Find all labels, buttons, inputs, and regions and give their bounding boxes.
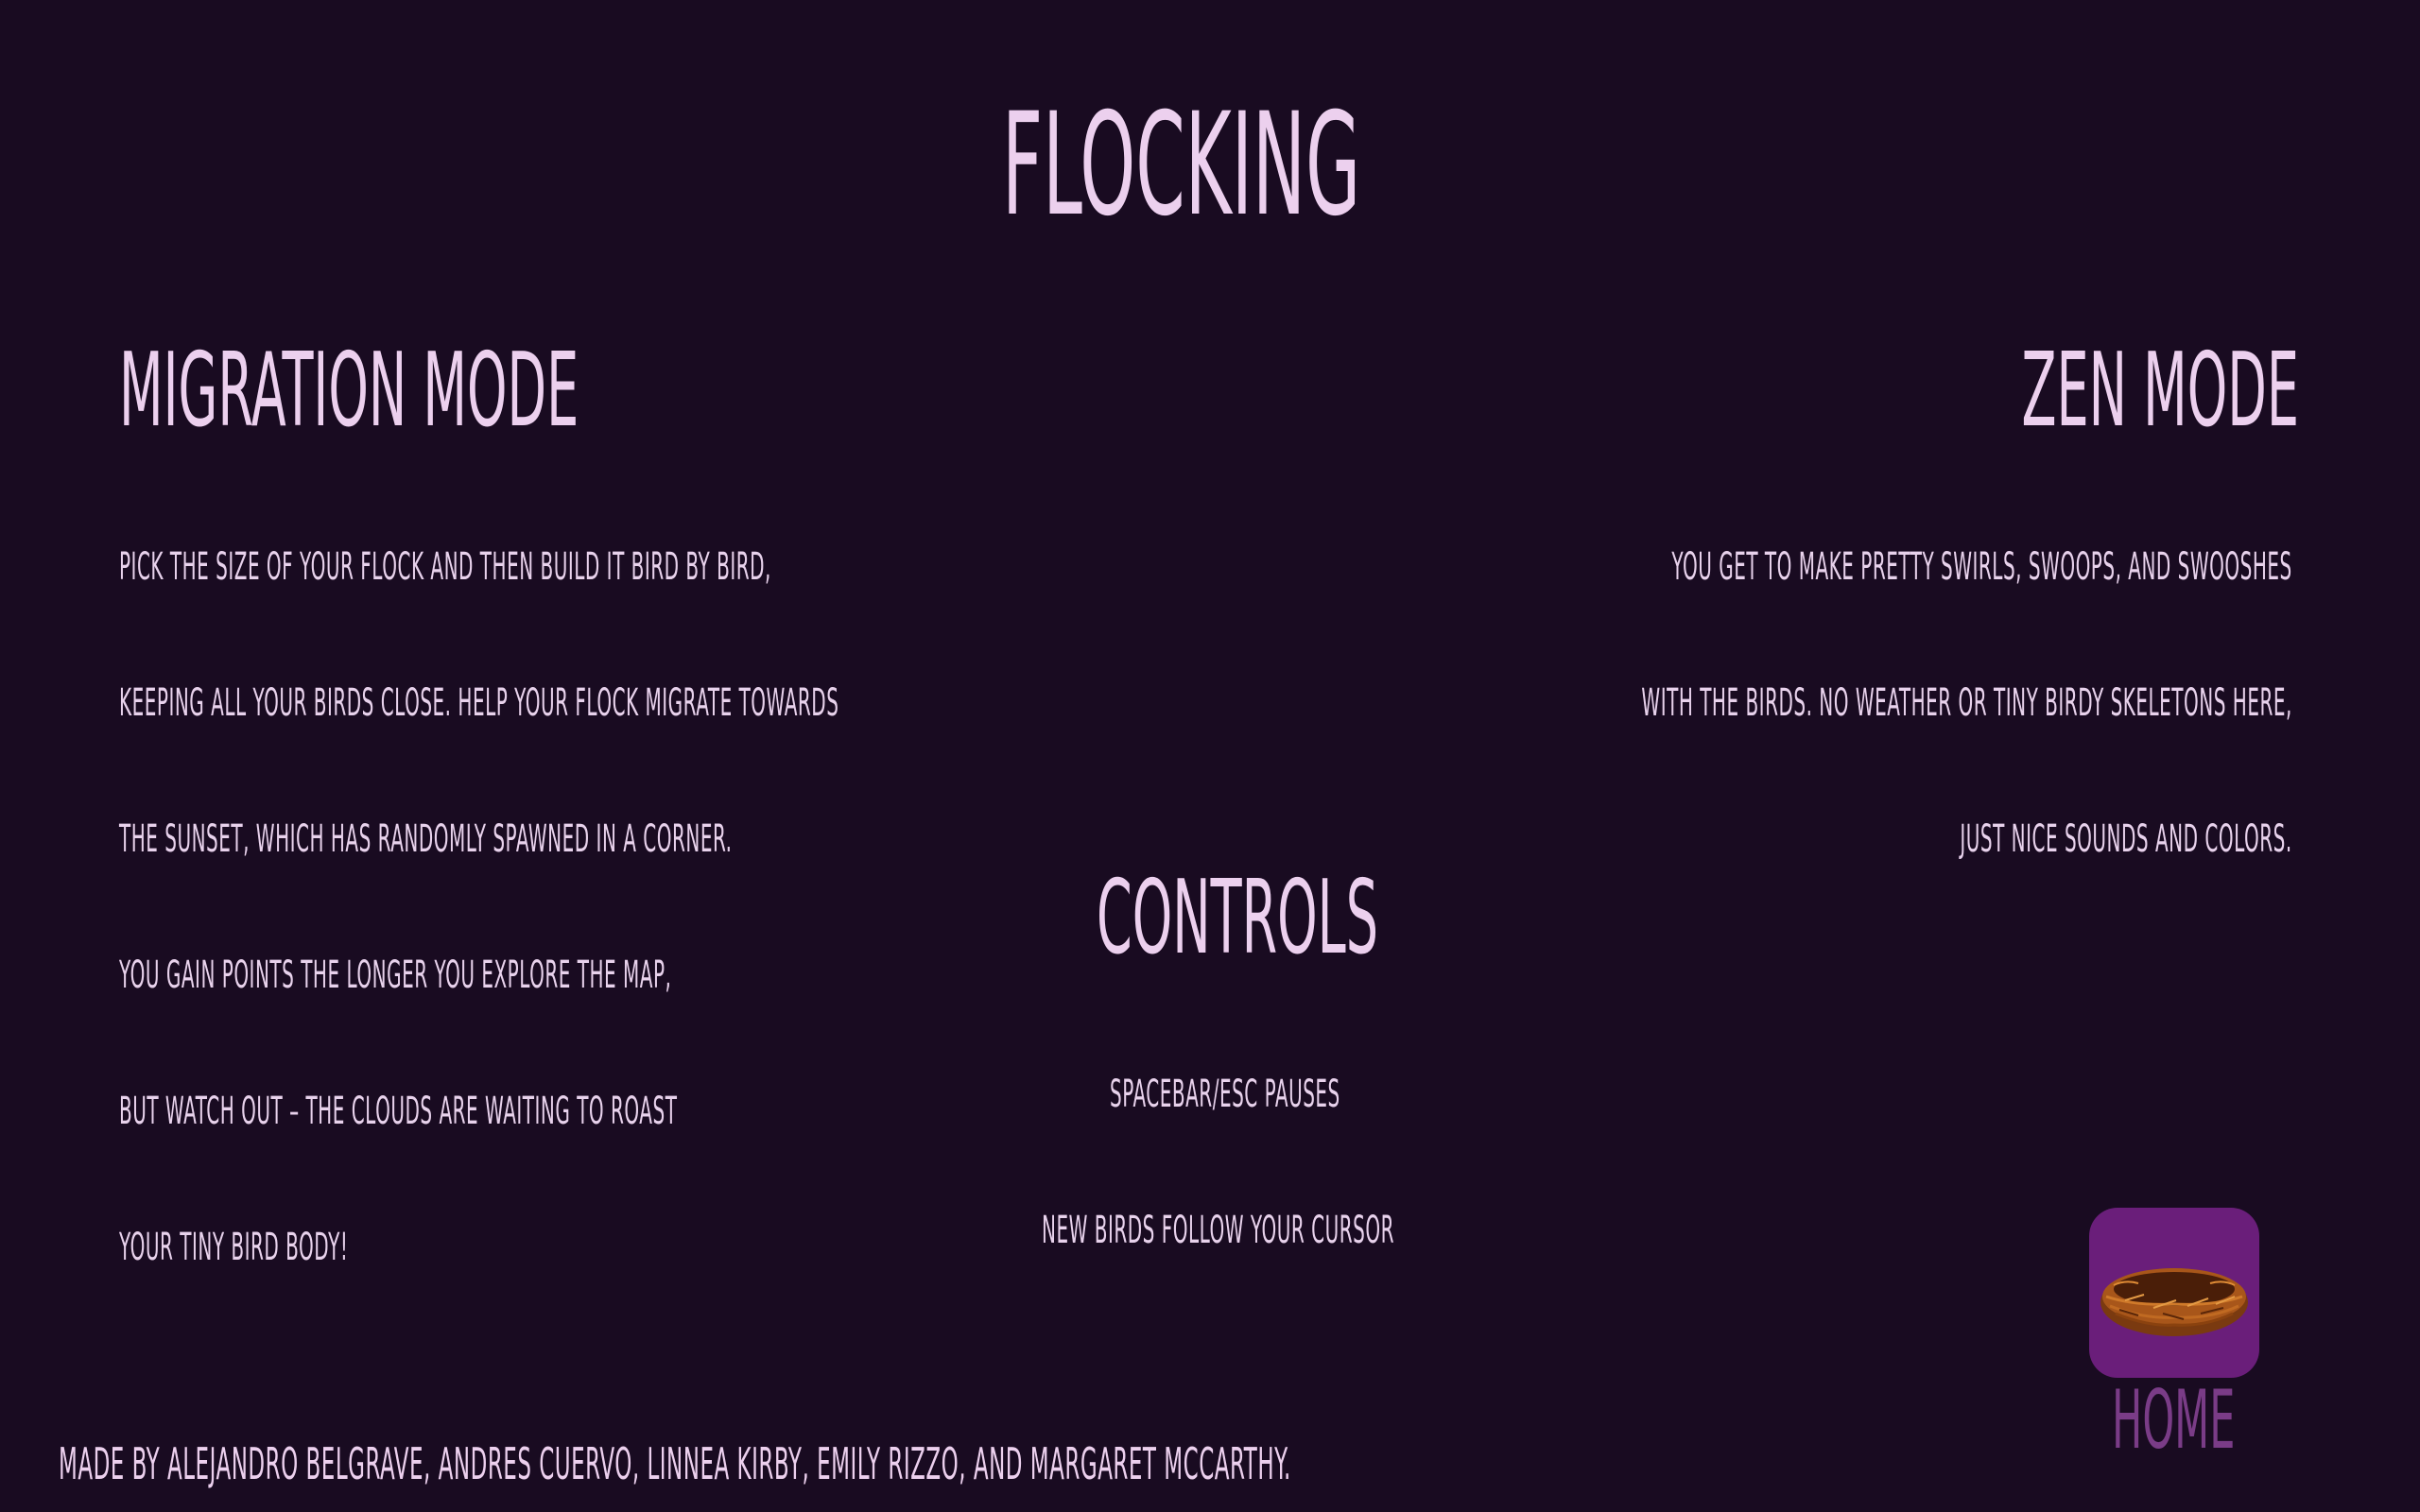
page-title: FLOCKING [1002,83,1361,248]
migration-line: THE SUNSET, WHICH HAS RANDOMLY SPAWNED I… [119,817,733,861]
zen-line: JUST NICE SOUNDS AND COLORS. [1960,817,2292,861]
controls-heading: CONTROLS [1097,859,1378,977]
home-label[interactable]: HOME [2112,1380,2235,1461]
migration-mode-heading: MIGRATION MODE [119,332,579,450]
migration-line: YOUR TINY BIRD BODY! [119,1226,349,1269]
zen-mode-heading: ZEN MODE [2021,332,2299,450]
migration-line: KEEPING ALL YOUR BIRDS CLOSE. HELP YOUR … [119,681,839,725]
controls-pause-text: SPACEBAR/ESC PAUSES [1110,1073,1340,1116]
migration-line: YOU GAIN POINTS THE LONGER YOU EXPLORE T… [119,954,672,997]
zen-line: YOU GET TO MAKE PRETTY SWIRLS, SWOOPS, A… [1671,545,2292,589]
credits-text: MADE BY ALEJANDRO BELGRAVE, ANDRES CUERV… [59,1438,1291,1489]
home-button[interactable] [2089,1208,2259,1378]
migration-line: BUT WATCH OUT – THE CLOUDS ARE WAITING T… [119,1090,678,1133]
zen-line: WITH THE BIRDS. NO WEATHER OR TINY BIRDY… [1641,681,2292,725]
migration-line: PICK THE SIZE OF YOUR FLOCK AND THEN BUI… [119,545,771,589]
zen-mode-heading-wrap: ZEN MODE [1165,340,2299,463]
controls-cursor-text: NEW BIRDS FOLLOW YOUR CURSOR [1042,1209,1394,1252]
nest-icon [2100,1268,2248,1336]
